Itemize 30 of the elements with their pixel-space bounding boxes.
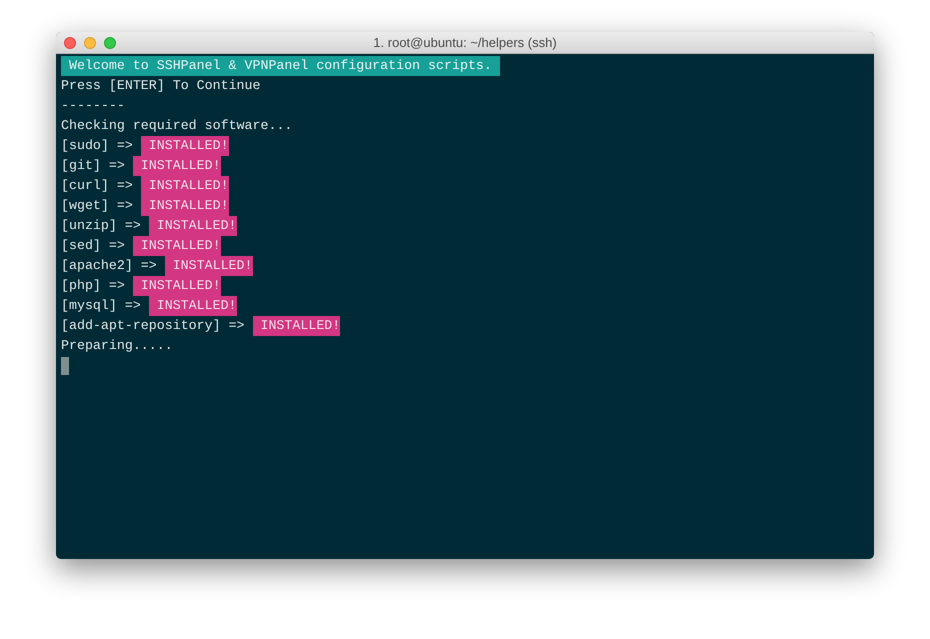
terminal-line: -------- bbox=[61, 97, 125, 115]
window-title: 1. root@ubuntu: ~/helpers (ssh) bbox=[373, 34, 557, 52]
package-label: [sed] => bbox=[61, 237, 125, 255]
status-badge: INSTALLED! bbox=[140, 176, 229, 196]
status-badge: INSTALLED! bbox=[132, 236, 221, 256]
package-label: [curl] => bbox=[61, 177, 133, 195]
status-badge: INSTALLED! bbox=[252, 316, 340, 336]
maximize-button[interactable] bbox=[104, 36, 116, 48]
status-badge: INSTALLED! bbox=[164, 256, 252, 276]
terminal-line: Preparing..... bbox=[61, 337, 173, 355]
status-badge: INSTALLED! bbox=[140, 136, 229, 156]
package-label: [mysql] => bbox=[61, 297, 141, 315]
package-label: [unzip] => bbox=[61, 217, 141, 235]
welcome-banner: Welcome to SSHPanel & VPNPanel configuration scripts. bbox=[61, 56, 500, 76]
status-badge: INSTALLED! bbox=[132, 156, 221, 176]
status-badge: INSTALLED! bbox=[148, 216, 237, 236]
package-label: [sudo] => bbox=[61, 137, 133, 155]
terminal-line: Checking required software... bbox=[61, 117, 292, 135]
status-badge: INSTALLED! bbox=[148, 296, 237, 316]
package-label: [apache2] => bbox=[61, 257, 157, 275]
text-cursor bbox=[61, 357, 69, 375]
minimize-button[interactable] bbox=[84, 36, 96, 48]
package-label: [php] => bbox=[61, 277, 125, 295]
terminal-line: Press [ENTER] To Continue bbox=[61, 77, 260, 95]
status-badge: INSTALLED! bbox=[140, 196, 229, 216]
package-label: [git] => bbox=[61, 157, 125, 175]
package-label: [add-apt-repository] => bbox=[61, 317, 245, 335]
status-badge: INSTALLED! bbox=[132, 276, 221, 296]
package-label: [wget] => bbox=[61, 197, 133, 215]
close-button[interactable] bbox=[64, 36, 76, 48]
